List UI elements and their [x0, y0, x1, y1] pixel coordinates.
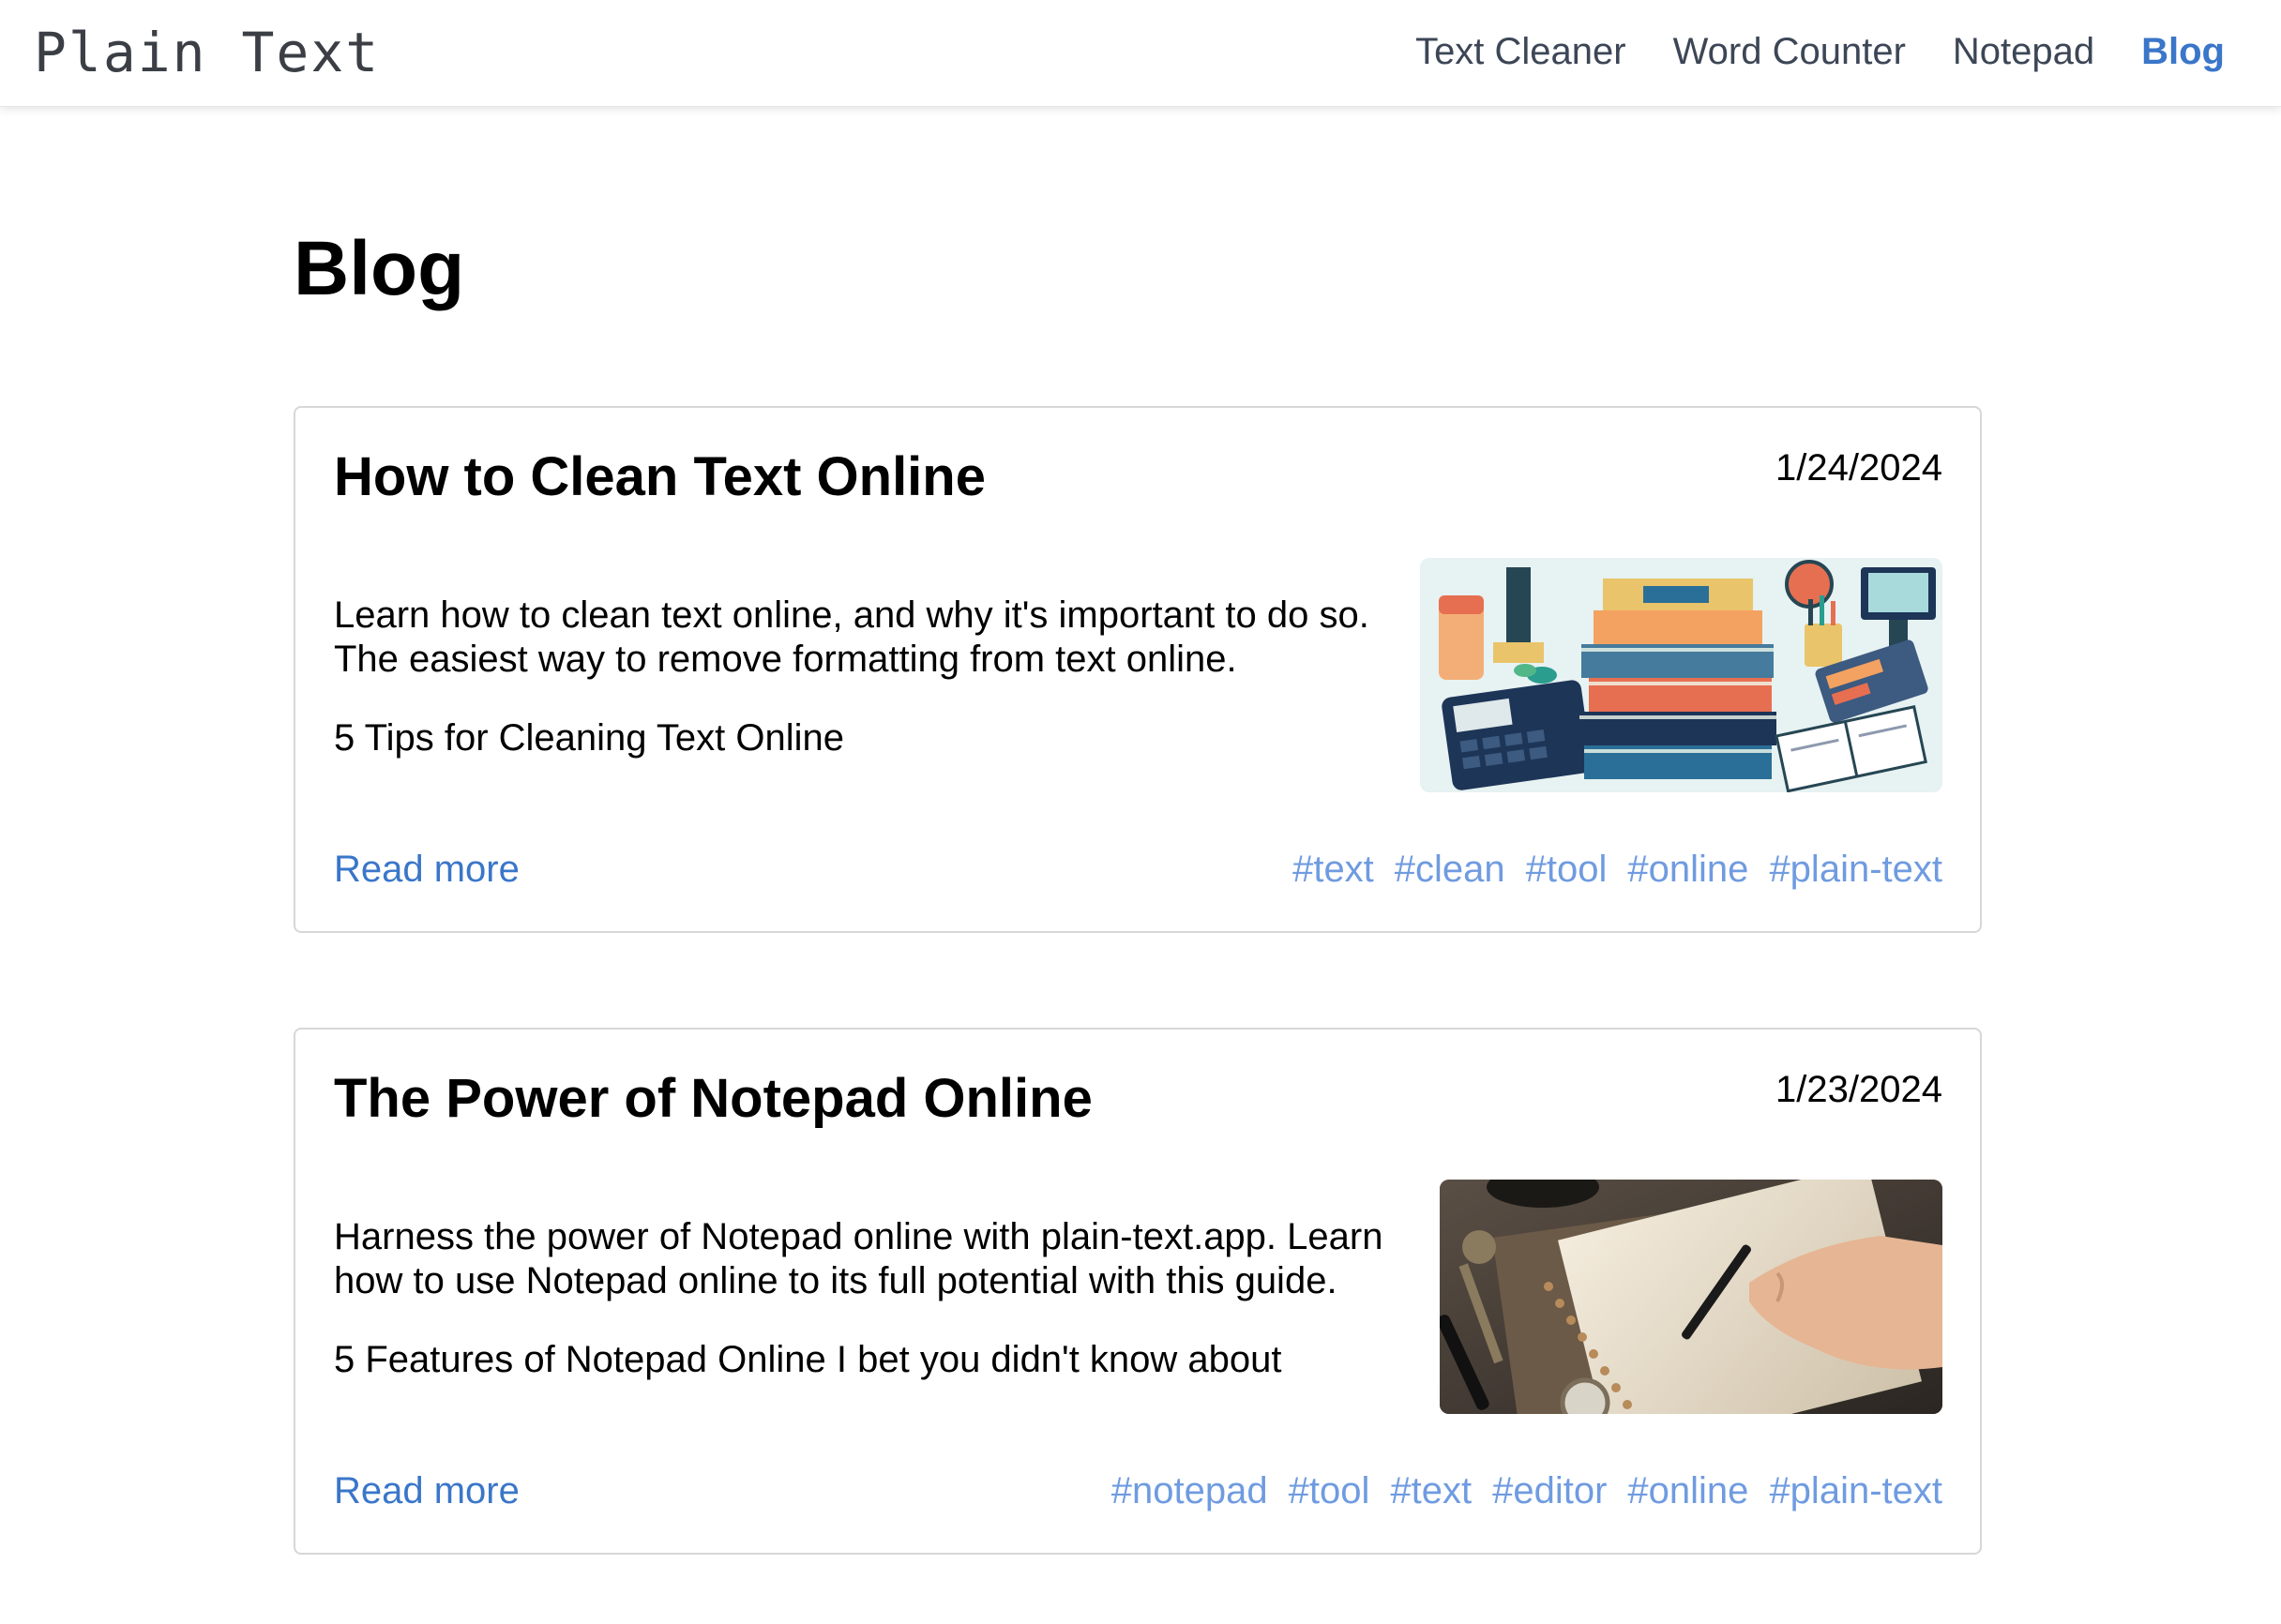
post-summary: Harness the power of Notepad online with… — [334, 1216, 1383, 1301]
post-thumbnail-books — [1420, 558, 1942, 792]
site-logo[interactable]: Plain Text — [34, 21, 380, 84]
tag-link[interactable]: #plain-text — [1769, 849, 1942, 891]
page-title: Blog — [294, 226, 465, 311]
tag-link[interactable]: #plain-text — [1769, 1470, 1942, 1512]
post-date: 1/24/2024 — [1775, 447, 1942, 489]
read-more-link[interactable]: Read more — [334, 849, 520, 891]
read-more-link[interactable]: Read more — [334, 1470, 520, 1512]
tag-link[interactable]: #tool — [1289, 1470, 1370, 1512]
tag-link[interactable]: #text — [1292, 849, 1374, 891]
nav-blog[interactable]: Blog — [2141, 31, 2225, 73]
blog-post-card: The Power of Notepad Online 1/23/2024 Ha… — [294, 1028, 1982, 1555]
post-tags: #text #clean #tool #online #plain-text — [1272, 849, 1942, 891]
post-title[interactable]: The Power of Notepad Online — [334, 1067, 1093, 1130]
post-thumbnail-notebook — [1440, 1180, 1942, 1414]
tag-link[interactable]: #notepad — [1111, 1470, 1268, 1512]
post-summary: Learn how to clean text online, and why … — [334, 594, 1369, 680]
blog-post-card: How to Clean Text Online 1/24/2024 Learn… — [294, 406, 1982, 933]
tag-link[interactable]: #editor — [1492, 1470, 1607, 1512]
post-subtitle: 5 Tips for Cleaning Text Online — [334, 717, 845, 759]
nav-notepad[interactable]: Notepad — [1953, 31, 2094, 73]
top-navbar: Plain Text Text Cleaner Word Counter Not… — [0, 0, 2281, 107]
tag-link[interactable]: #online — [1627, 849, 1748, 891]
tag-link[interactable]: #tool — [1526, 849, 1608, 891]
tag-link[interactable]: #online — [1627, 1470, 1748, 1512]
post-title[interactable]: How to Clean Text Online — [334, 445, 986, 508]
post-tags: #notepad #tool #text #editor #online #pl… — [1091, 1470, 1942, 1512]
tag-link[interactable]: #text — [1390, 1470, 1472, 1512]
post-date: 1/23/2024 — [1775, 1069, 1942, 1110]
nav-word-counter[interactable]: Word Counter — [1673, 31, 1906, 73]
main-nav: Text Cleaner Word Counter Notepad Blog — [1368, 0, 2225, 103]
nav-text-cleaner[interactable]: Text Cleaner — [1415, 31, 1626, 73]
tag-link[interactable]: #clean — [1395, 849, 1505, 891]
post-subtitle: 5 Features of Notepad Online I bet you d… — [334, 1339, 1282, 1380]
